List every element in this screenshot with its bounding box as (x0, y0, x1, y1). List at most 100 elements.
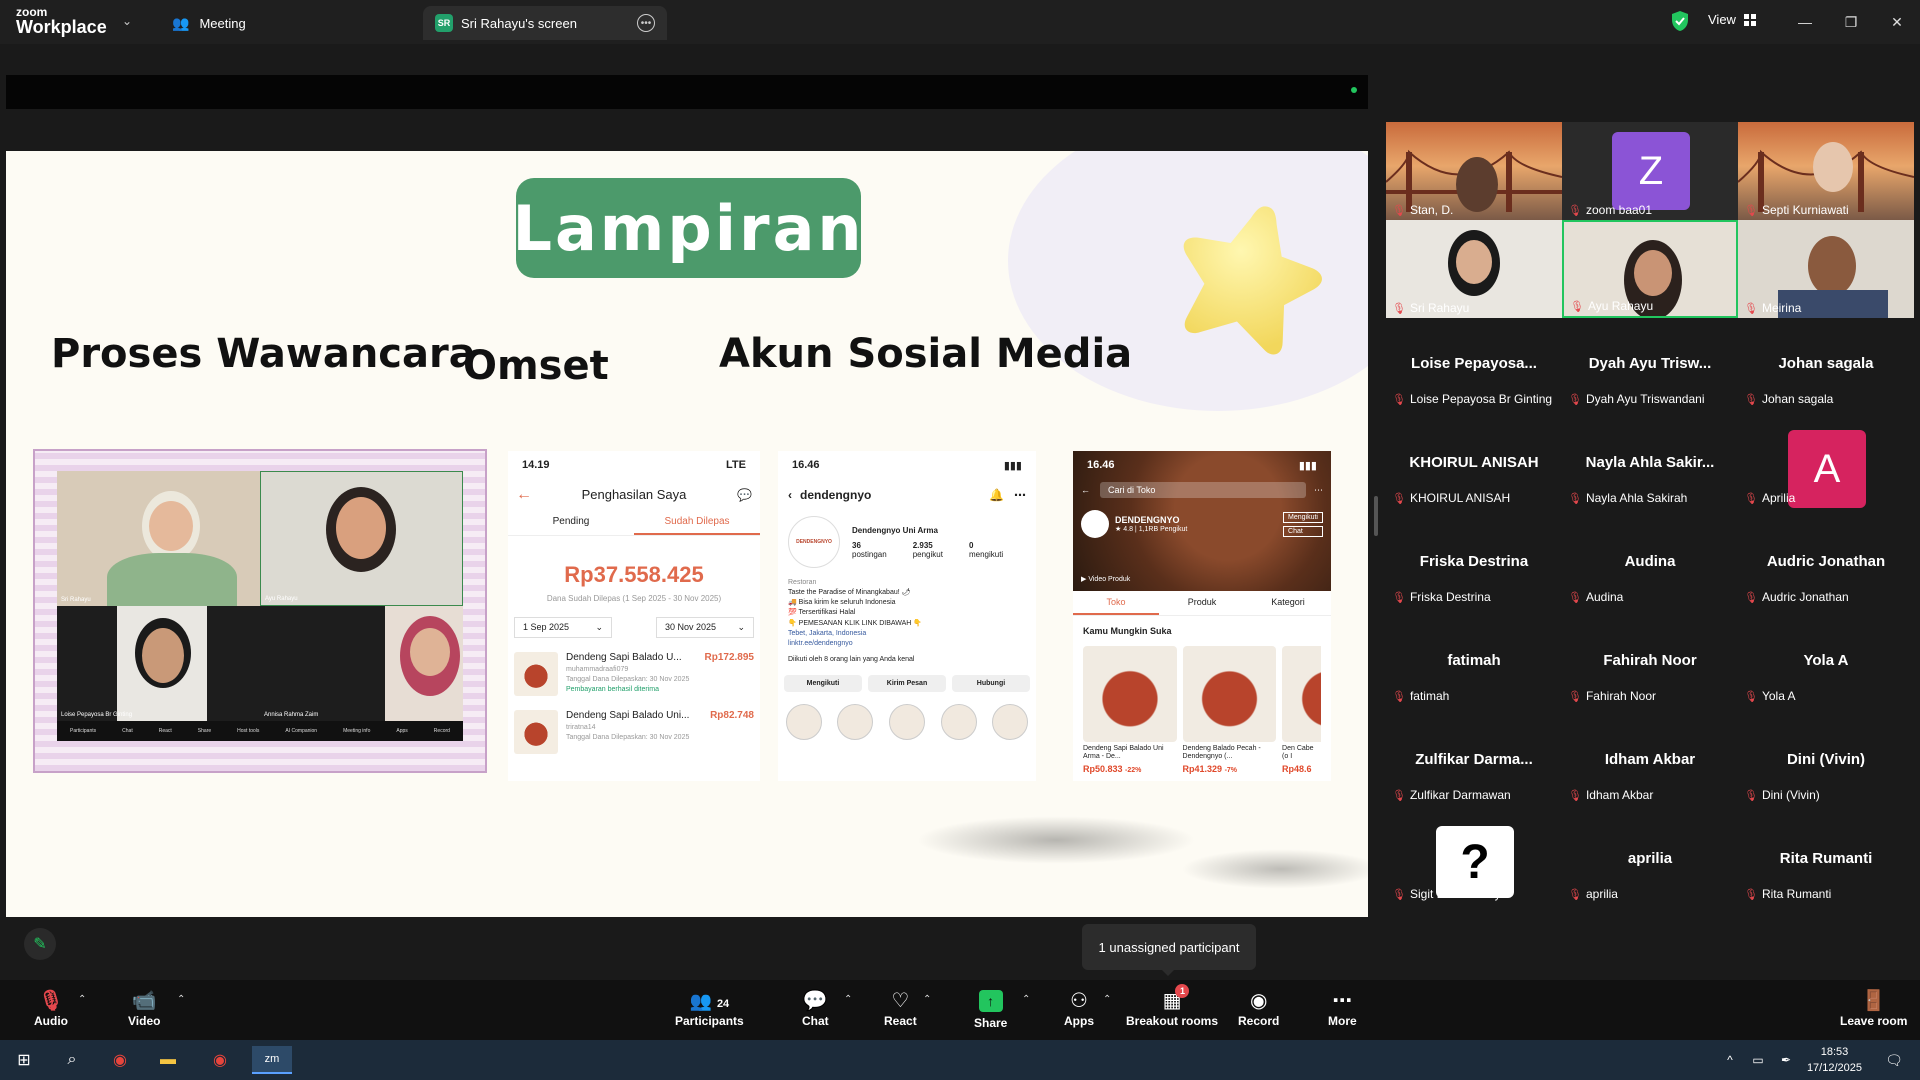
security-shield-icon[interactable] (1670, 10, 1690, 32)
breakout-tooltip: 1 unassigned participant (1082, 924, 1256, 976)
more-options-icon[interactable]: ••• (637, 14, 655, 32)
chat-button[interactable]: 💬 Chat (802, 988, 829, 1028)
video-tile[interactable]: 🎙 Sri Rahayu (1386, 220, 1562, 318)
participant-tile[interactable]: aprilia 🎙 aprilia (1562, 834, 1738, 932)
participant-tile[interactable]: Idham Akbar 🎙 Idham Akbar (1562, 735, 1738, 833)
zoom-logo[interactable]: zoom Workplace (16, 6, 107, 36)
participant-tile[interactable]: Friska Destrina 🎙 Friska Destrina (1386, 537, 1562, 635)
video-tile[interactable]: 🎙 Stan, D. (1386, 122, 1562, 220)
leave-label: Leave room (1840, 1014, 1908, 1028)
tab-shared-screen[interactable]: SR Sri Rahayu's screen ••• (423, 6, 667, 40)
restore-icon[interactable]: ❐ (1836, 10, 1866, 34)
react-button[interactable]: ♡ React (884, 988, 917, 1028)
participants-button[interactable]: 👥 24 Participants (675, 988, 744, 1028)
ig-highlights (778, 704, 1036, 741)
star-icon (1183, 206, 1322, 355)
breakout-rooms-button[interactable]: ▦ 1 Breakout rooms (1126, 984, 1218, 1028)
participant-tile[interactable]: Fahirah Noor 🎙 Fahirah Noor (1562, 636, 1738, 734)
participant-tile[interactable]: Zulfikar Darma... 🎙 Zulfikar Darmawan (1386, 735, 1562, 833)
apps-options-caret-icon[interactable]: ⌃ (1103, 994, 1111, 1005)
order-price: Rp172.895 (704, 652, 754, 663)
notification-icon[interactable]: 🗨 (1880, 1046, 1908, 1074)
participant-tile[interactable]: Yola A 🎙 Yola A (1738, 636, 1914, 734)
ig-username: dendengnyo (800, 488, 872, 502)
participant-tile[interactable]: Johan sagala 🎙 Johan sagala (1738, 339, 1914, 437)
participant-tile[interactable]: fatimah 🎙 fatimah (1386, 636, 1562, 734)
minimize-icon[interactable]: — (1790, 10, 1820, 34)
ig-header: ‹ dendengnyo 🔔 ⋯ (778, 488, 1036, 502)
apps-label: Apps (1064, 1014, 1094, 1028)
toolbar-label: React (158, 728, 172, 734)
video-tile[interactable]: Z 🎙 zoom baa01 (1562, 122, 1738, 220)
react-options-caret-icon[interactable]: ⌃ (923, 994, 931, 1005)
participant-tile[interactable]: Loise Pepayosa... 🎙 Loise Pepayosa Br Gint… (1386, 339, 1562, 437)
leave-room-button[interactable]: 🚪 Leave room (1840, 988, 1907, 1028)
chat-label: Chat (802, 1014, 829, 1028)
react-label: React (884, 1014, 917, 1028)
breakout-badge: 1 (1175, 984, 1190, 998)
audio-options-caret-icon[interactable]: ⌃ (78, 994, 86, 1005)
audio-button[interactable]: 🎙 Audio (34, 988, 68, 1028)
ig-contact-button: Hubungi (952, 675, 1030, 693)
participant-tile[interactable]: Audric Jonathan 🎙 Audric Jonathan (1738, 537, 1914, 635)
mic-muted-icon: 🎙 (1568, 393, 1582, 406)
pen-icon[interactable]: ✒ (1772, 1046, 1800, 1074)
participant-tile[interactable]: Nayla Ahla Sakir... 🎙 Nayla Ahla Sakirah (1562, 438, 1738, 536)
ig-highlight (888, 704, 925, 741)
participant-tile[interactable]: ? 🎙 Sigit Dwi Prasetyo (1386, 826, 1562, 932)
chrome-profile-icon[interactable]: ◉ (206, 1046, 234, 1074)
more-icon: ⋯ (1014, 488, 1026, 502)
gallery-resize-handle[interactable] (1374, 496, 1378, 536)
mic-muted-icon: 🎙 (1392, 690, 1406, 703)
participant-name: Meirina (1761, 301, 1802, 315)
close-icon[interactable]: ✕ (1882, 10, 1912, 34)
participant-tile[interactable]: A 🎙 Aprilia (1738, 430, 1914, 536)
video-button[interactable]: 📹 Video (128, 988, 160, 1028)
participant-tile[interactable]: Rita Rumanti 🎙 Rita Rumanti (1738, 834, 1914, 932)
chevron-up-icon[interactable]: ^ (1716, 1046, 1744, 1074)
interview-tile: Ayu Rahayu (260, 471, 463, 606)
chevron-down-icon[interactable]: ⌄ (122, 14, 132, 28)
windows-start-icon[interactable]: ⊞ (10, 1046, 38, 1074)
more-label: More (1328, 1014, 1357, 1028)
toolbar-label: AI Companion (285, 728, 318, 734)
phone-status-bar: 14.19 LTE (508, 451, 760, 471)
annotate-pen-icon[interactable]: ✎ (24, 928, 56, 960)
view-button[interactable]: View (1708, 12, 1756, 27)
chrome-icon[interactable]: ◉ (106, 1046, 134, 1074)
mic-muted-icon: 🎙 (1744, 591, 1758, 604)
participant-display-name: Zulfikar Darma... (1415, 751, 1533, 768)
video-tile[interactable]: 🎙 Septi Kurniawati (1738, 122, 1914, 220)
video-tile[interactable]: 🎙 Meirina (1738, 220, 1914, 318)
search-icon[interactable]: ⌕ (58, 1046, 86, 1074)
apps-button[interactable]: ⚇ Apps (1064, 988, 1094, 1028)
interview-zoom-toolbar: Participants Chat React Share Host tools… (57, 721, 463, 741)
share-button[interactable]: ↑ Share (974, 988, 1007, 1030)
share-options-caret-icon[interactable]: ⌃ (1022, 994, 1030, 1005)
zoom-taskbar-icon[interactable]: zm (252, 1046, 292, 1074)
ig-bio-line: 💯 Tersertifikasi Halal (788, 609, 856, 617)
toolbar-label: Record (433, 728, 450, 734)
participant-name: Fahirah Noor (1585, 689, 1656, 703)
participant-tile[interactable]: Dyah Ayu Trisw... 🎙 Dyah Ayu Triswandani (1562, 339, 1738, 437)
video-tile-active-speaker[interactable]: 🎙 Ayu Rahayu (1562, 220, 1738, 318)
tab-meeting[interactable]: 👥 Meeting (160, 6, 258, 40)
participant-tile[interactable]: Dini (Vivin) 🎙 Dini (Vivin) (1738, 735, 1914, 833)
file-explorer-icon[interactable]: ▬ (154, 1046, 182, 1074)
video-options-caret-icon[interactable]: ⌃ (177, 994, 185, 1005)
record-button[interactable]: ◉ Record (1238, 988, 1279, 1028)
chat-icon: 💬 (802, 990, 828, 1012)
taskbar-clock[interactable]: 18:53 17/12/2025 (1807, 1044, 1862, 1076)
participant-tile[interactable]: KHOIRUL ANISAH 🎙 KHOIRUL ANISAH (1386, 438, 1562, 536)
chat-options-caret-icon[interactable]: ⌃ (844, 994, 852, 1005)
audio-label: Audio (34, 1014, 68, 1028)
mic-muted-icon: 🎙 (1392, 204, 1406, 217)
network-icon[interactable]: ▭ (1744, 1046, 1772, 1074)
participant-display-name: Audina (1624, 553, 1676, 570)
signal-icon: ▮▮▮ (1003, 460, 1022, 472)
heading-interview: Proses Wawancara (51, 331, 476, 377)
more-button[interactable]: ⋯ More (1328, 988, 1357, 1028)
participant-name: Zulfikar Darmawan (1409, 788, 1511, 802)
participant-tile[interactable]: Audina 🎙 Audina (1562, 537, 1738, 635)
participant-name: Rita Rumanti (1761, 887, 1832, 901)
